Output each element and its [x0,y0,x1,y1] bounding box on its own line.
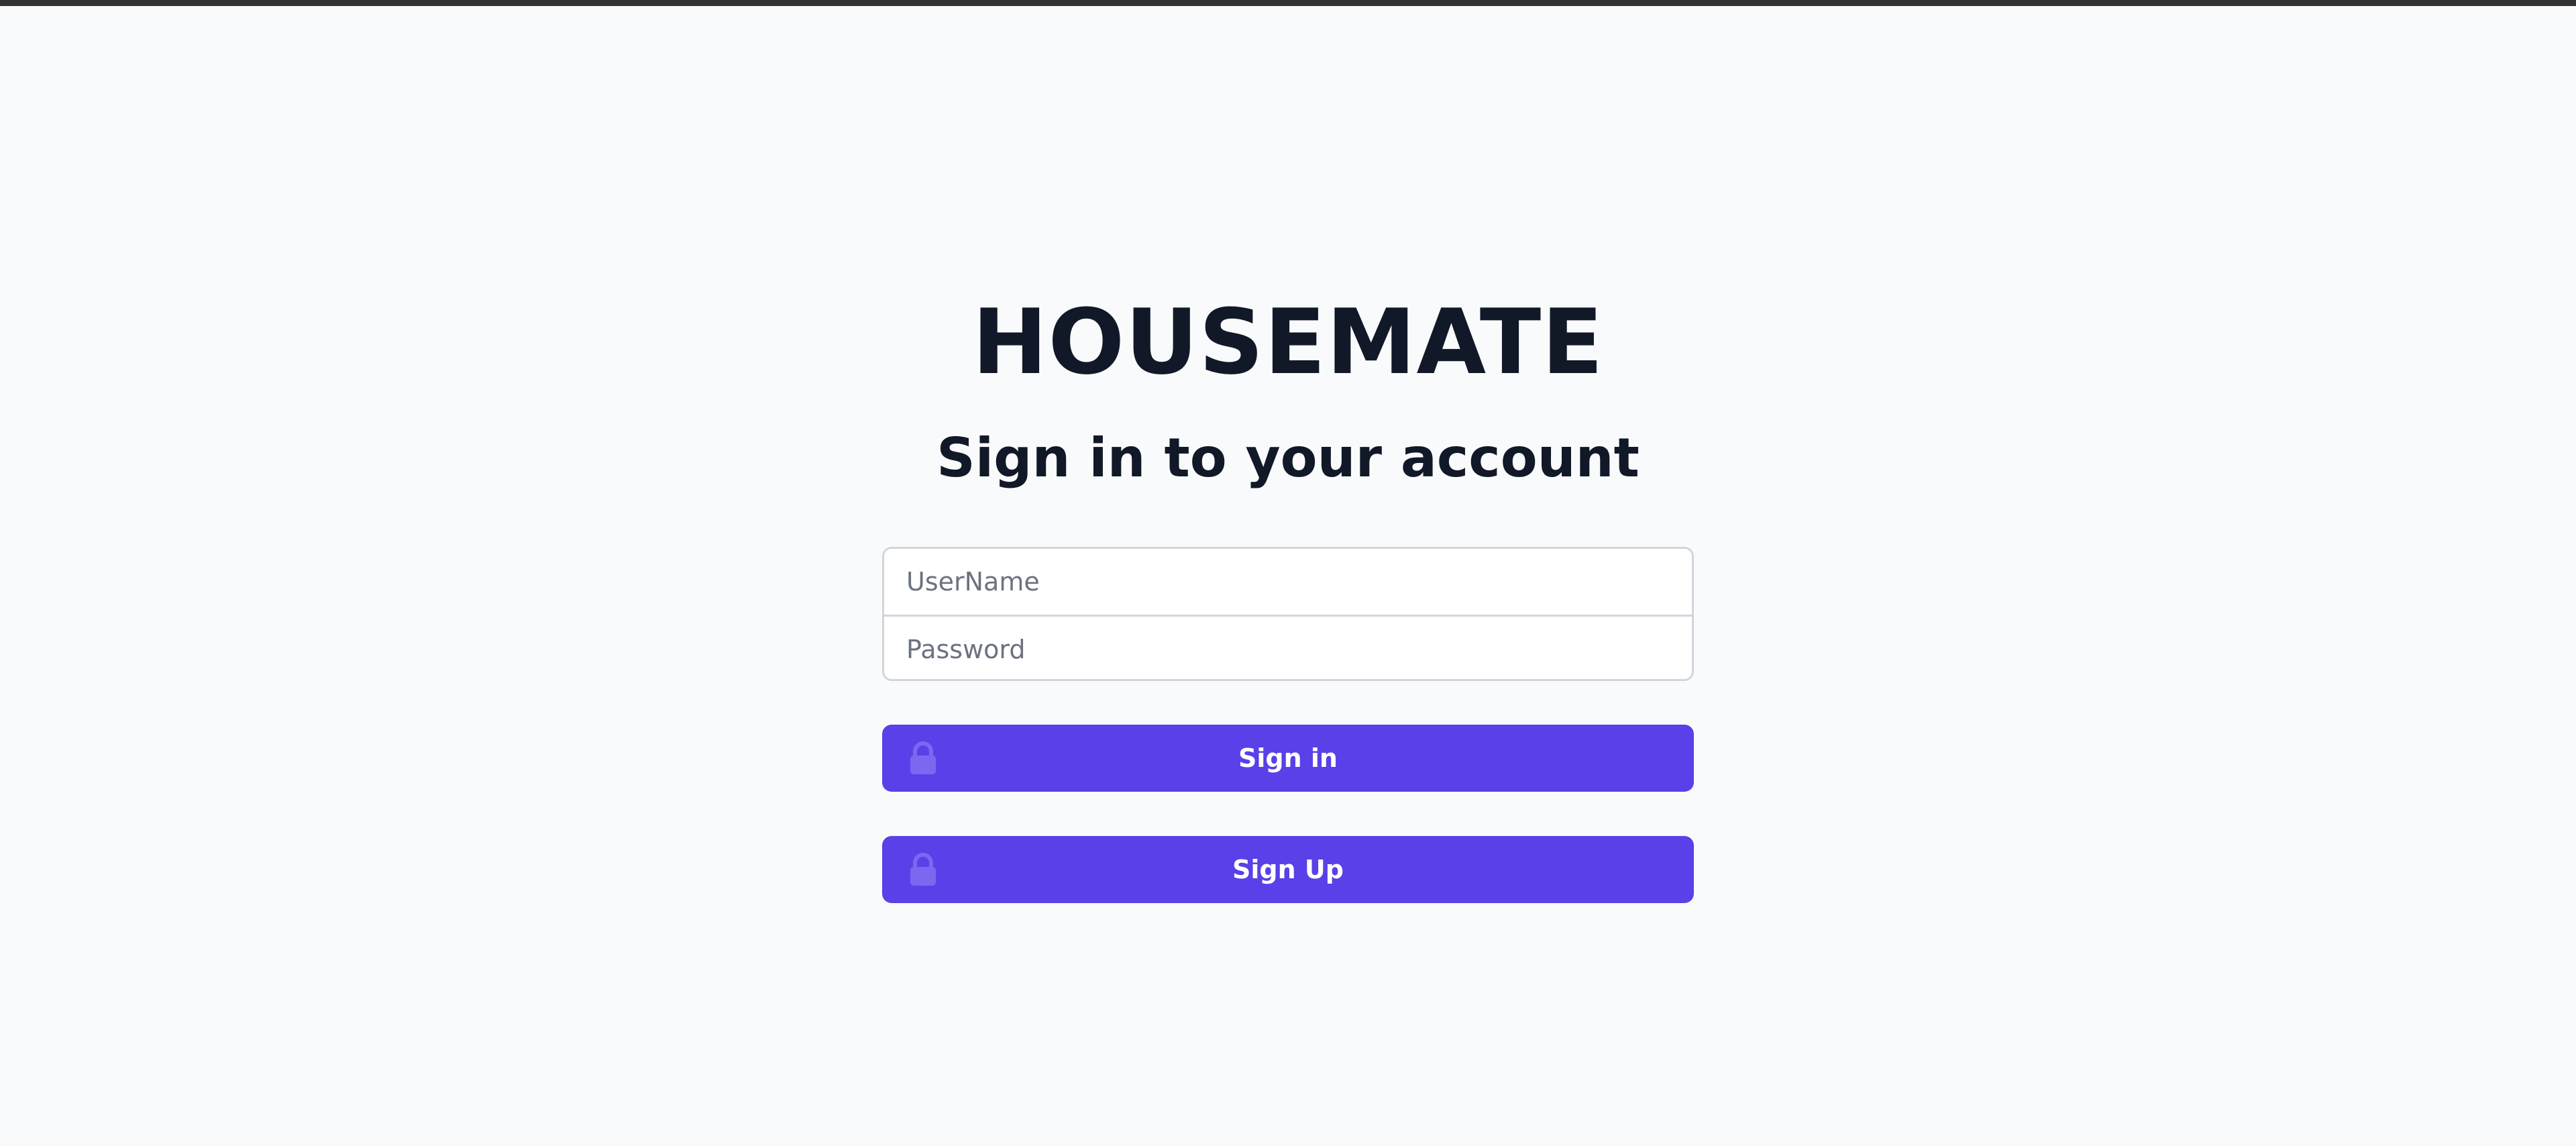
sign-in-label: Sign in [1238,743,1338,773]
sign-up-button[interactable]: Sign Up [882,836,1694,903]
window-top-border [0,0,2576,6]
username-input[interactable] [884,549,1692,615]
credentials-input-group [882,547,1694,681]
brand-title: HOUSEMATE [972,290,1604,395]
password-input[interactable] [884,617,1692,679]
sign-in-button[interactable]: Sign in [882,725,1694,792]
page-heading: Sign in to your account [936,427,1640,489]
sign-up-label: Sign Up [1232,855,1344,884]
